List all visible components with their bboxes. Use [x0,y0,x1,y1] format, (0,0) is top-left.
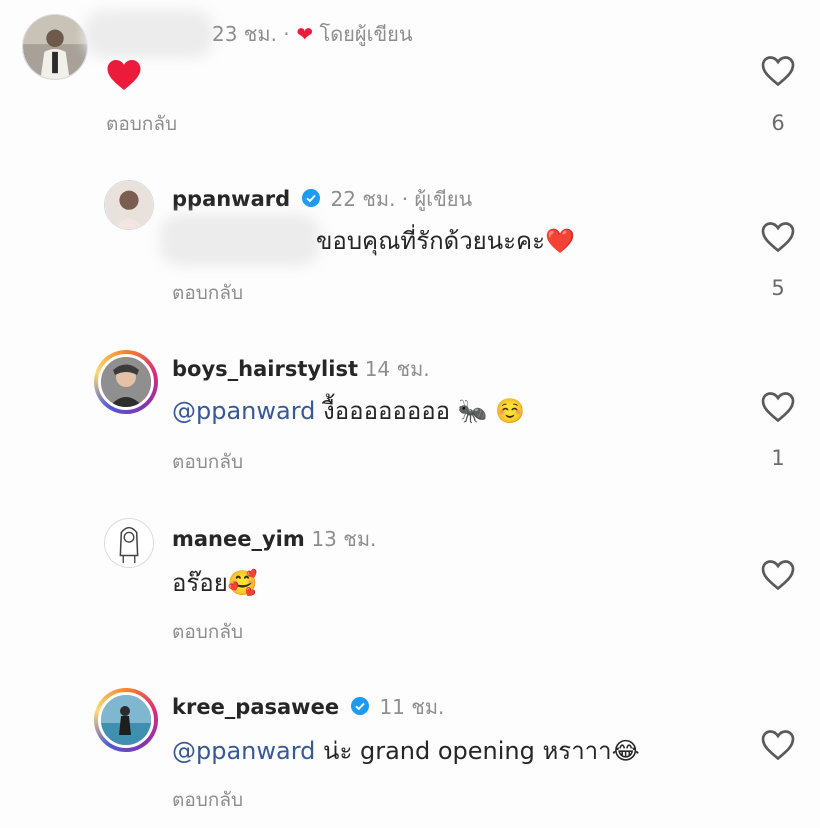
like-heart-icon[interactable] [760,558,796,592]
verified-badge-icon [301,189,320,207]
reply-button[interactable]: ตอบกลับ [172,788,243,812]
avatar[interactable] [104,180,154,230]
comment-1: 23 ชม. · ❤ โดยผู้เขียน ตอบกลับ 6 [0,0,820,160]
comment-text: @ppanward งื้ออออออออ 🐜 ☺️ [172,397,526,425]
avatar[interactable] [94,688,158,752]
reply-button[interactable]: ตอบกลับ [172,450,243,474]
comment-time: 11 ชม. [379,695,445,719]
blurred-mention [160,214,320,266]
like-heart-icon[interactable] [760,54,796,88]
comment-3: boys_hairstylist 14 ชม. @ppanward งื้อออ… [0,342,820,492]
blurred-username [84,10,214,58]
like-heart-icon[interactable] [760,728,796,762]
comment-text: ขอบคุณที่รักด้วยนะคะ❤️ [316,227,575,255]
verified-badge-icon [350,697,369,715]
reply-button[interactable]: ตอบกลับ [172,281,243,305]
comment-2: ppanward 22 ชม. · ผู้เขียน ขอบคุณที่รักด… [0,170,820,320]
comment-header: ppanward 22 ชม. · ผู้เขียน [172,186,472,212]
comment-header: manee_yim 13 ชม. [172,526,376,552]
comment-text: อร๊อย🥰 [172,569,258,597]
mention-link[interactable]: @ppanward [172,737,315,765]
like-count: 6 [771,111,785,135]
comment-header: 23 ชม. · ❤ โดยผู้เขียน [212,21,413,47]
username[interactable]: boys_hairstylist [172,357,358,381]
avatar[interactable] [104,518,154,568]
comment-text: @ppanward น่ะ grand opening หราาา😂 [172,737,640,765]
author-label: โดยผู้เขียน [319,22,413,46]
reply-button[interactable]: ตอบกลับ [106,112,177,136]
reply-button[interactable]: ตอบกลับ [172,620,243,644]
comment-time: 22 ชม. · ผู้เขียน [330,187,473,211]
mention-link[interactable]: @ppanward [172,397,315,425]
red-heart-icon [107,60,141,90]
username[interactable]: kree_pasawee [172,695,339,719]
comment-text [106,58,142,99]
comment-time: 13 ชม. [311,527,377,551]
heart-icon: ❤ [296,22,320,46]
username[interactable]: ppanward [172,187,290,211]
avatar[interactable] [94,350,158,414]
like-count: 1 [771,446,785,470]
avatar[interactable] [22,14,88,80]
comment-5: kree_pasawee 11 ชม. @ppanward น่ะ grand … [0,682,820,828]
like-heart-icon[interactable] [760,390,796,424]
like-heart-icon[interactable] [760,220,796,254]
comment-header: boys_hairstylist 14 ชม. [172,356,430,382]
comment-time: 23 ชม. · [212,22,290,46]
like-count: 5 [771,276,785,300]
comment-header: kree_pasawee 11 ชม. [172,694,444,720]
username[interactable]: manee_yim [172,527,305,551]
comment-time: 14 ชม. [364,357,430,381]
comment-4: manee_yim 13 ชม. อร๊อย🥰 ตอบกลับ [0,512,820,662]
